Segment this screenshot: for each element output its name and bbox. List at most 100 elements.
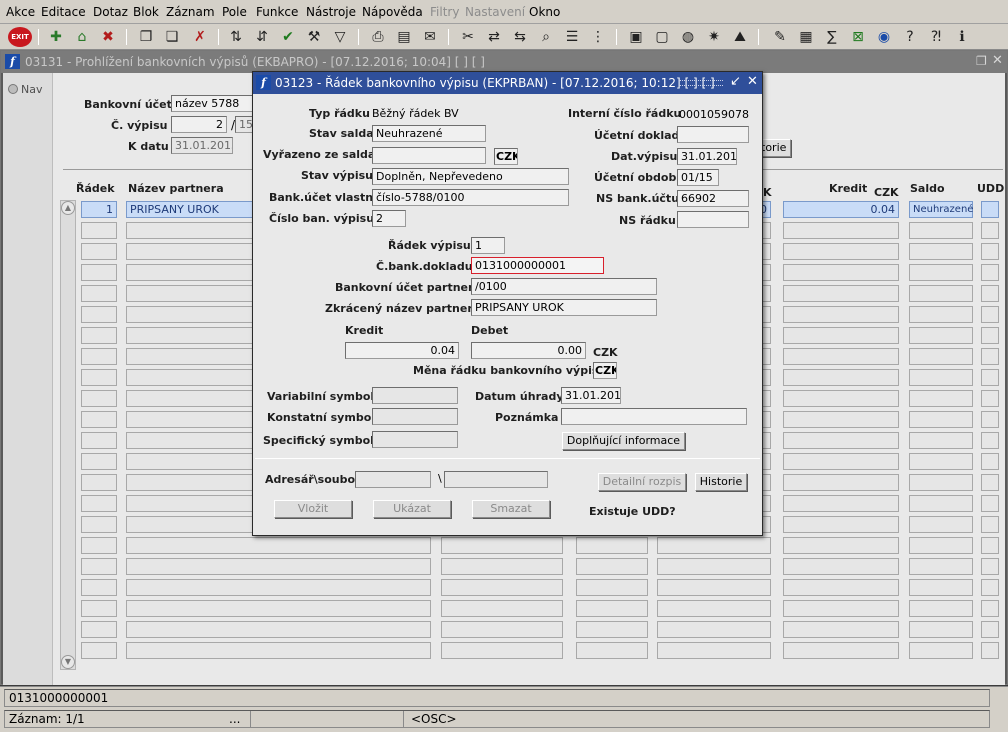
grid-cell[interactable] [783,453,899,470]
cislo-ban-vypisu-field[interactable]: 2 [372,210,406,227]
confirm-icon[interactable]: ✔ [278,27,298,47]
var-symbol-field[interactable] [372,387,458,404]
new-record-icon[interactable]: ✚ [46,27,66,47]
grid-cell[interactable] [657,642,771,659]
grid-cell[interactable] [81,369,117,386]
datum-uhrady-field[interactable]: 31.01.2015 [561,387,621,404]
page-icon[interactable]: ▢ [652,27,672,47]
grid-cell[interactable] [783,390,899,407]
grid-cell[interactable] [981,432,999,449]
grid-cell[interactable] [909,642,973,659]
grid-cell[interactable] [81,390,117,407]
grid-cell[interactable] [783,579,899,596]
ns-bank-uctu-field[interactable]: 66902 [677,190,749,207]
grid-cell[interactable] [657,558,771,575]
minimize-icon[interactable]: ↙ [730,74,741,89]
grid-cell[interactable] [909,243,973,260]
duplicate-record-icon[interactable]: ⌂ [72,27,92,47]
grid-cell[interactable] [783,558,899,575]
menu-nastroje[interactable]: Nástroje [306,5,356,19]
vyrazeno-field[interactable] [372,147,486,164]
grid-cell[interactable] [81,432,117,449]
stav-salda-field[interactable]: Neuhrazené [372,125,486,142]
grid-cell[interactable] [441,558,563,575]
grid-cell[interactable] [909,222,973,239]
grid-cell[interactable] [783,285,899,302]
grid-cell[interactable] [657,600,771,617]
adresar-field[interactable] [355,471,431,488]
copy-icon[interactable]: ❐ [136,27,156,47]
grid-cell[interactable] [981,390,999,407]
grid-cell[interactable] [126,642,431,659]
calculator-icon[interactable]: ▦ [796,27,816,47]
grid-cell[interactable] [783,222,899,239]
grid-cell[interactable] [81,264,117,281]
grid-cell[interactable] [81,495,117,512]
grid-cell[interactable] [909,516,973,533]
grid-cell[interactable] [441,621,563,638]
row1-udd-cell[interactable] [981,201,999,218]
spec-symbol-field[interactable] [372,431,458,448]
edit-form-icon[interactable]: ✎ [770,27,790,47]
help-context-icon[interactable]: ⁈ [926,27,946,47]
grid-cell[interactable] [81,474,117,491]
zkraceny-nazev-field[interactable]: PRIPSANY UROK [471,299,657,316]
grid-cell[interactable] [981,579,999,596]
grid-cell[interactable] [81,579,117,596]
tree-icon[interactable]: ⋮ [588,27,608,47]
grid-cell[interactable] [81,222,117,239]
grid-cell[interactable] [909,369,973,386]
grid-cell[interactable] [909,474,973,491]
grid-cell[interactable] [981,558,999,575]
grid-cell[interactable] [981,474,999,491]
grid-cell[interactable] [981,453,999,470]
grid-cell[interactable] [576,600,648,617]
grid-cell[interactable] [783,432,899,449]
detailni-rozpis-button[interactable]: Detailní rozpis [598,473,686,491]
grid-cell[interactable] [657,621,771,638]
ucetni-obdobi-field[interactable]: 01/15 [677,169,719,186]
scroll-up-icon[interactable]: ▲ [61,201,75,215]
bank-account-field[interactable]: název 5788 [171,95,253,112]
stav-vypisu-field[interactable]: Doplněn, Nepřevedeno [372,168,569,185]
mena-field[interactable]: CZK [593,362,617,379]
grid-cell[interactable] [81,600,117,617]
menu-napoveda[interactable]: Nápověda [362,5,423,19]
sum-icon[interactable]: ∑ [822,27,842,47]
grid-cell[interactable] [126,600,431,617]
grid-cell[interactable] [981,285,999,302]
grid-cell[interactable] [909,327,973,344]
grid-cell[interactable] [783,411,899,428]
grid-cell[interactable] [126,579,431,596]
grid-cell[interactable] [909,264,973,281]
grid-cell[interactable] [81,348,117,365]
grid-cell[interactable] [783,474,899,491]
grid-cell[interactable] [81,453,117,470]
grid-cell[interactable] [909,390,973,407]
info-globe-icon[interactable]: ◉ [874,27,894,47]
grid-cell[interactable] [783,495,899,512]
sort-desc-icon[interactable]: ⇵ [252,27,272,47]
help-icon[interactable]: ? [900,27,920,47]
grid-cell[interactable] [81,243,117,260]
excel-icon[interactable]: ⊠ [848,27,868,47]
menu-nastaveni[interactable]: Nastavení [465,5,525,19]
grid-cell[interactable] [909,306,973,323]
poznamka-field[interactable] [561,408,747,425]
nav-label[interactable]: Nav [21,83,42,96]
grid-cell[interactable] [981,600,999,617]
export-icon[interactable]: ⇄ [484,27,504,47]
debet-field[interactable]: 0.00 [471,342,586,359]
smazat-button[interactable]: Smazat [472,500,550,518]
menu-editace[interactable]: Editace [41,5,86,19]
menu-funkce[interactable]: Funkce [256,5,298,19]
statement-no-field[interactable]: 2 [171,116,227,133]
grid-cell[interactable] [441,537,563,554]
konst-symbol-field[interactable] [372,408,458,425]
grid-cell[interactable] [981,642,999,659]
grid-cell[interactable] [576,621,648,638]
grid-cell[interactable] [909,411,973,428]
chart-icon[interactable]: ⛰ [730,27,750,47]
dialog-close-icon[interactable]: ✕ [747,74,758,89]
ukazat-button[interactable]: Ukázat [373,500,451,518]
